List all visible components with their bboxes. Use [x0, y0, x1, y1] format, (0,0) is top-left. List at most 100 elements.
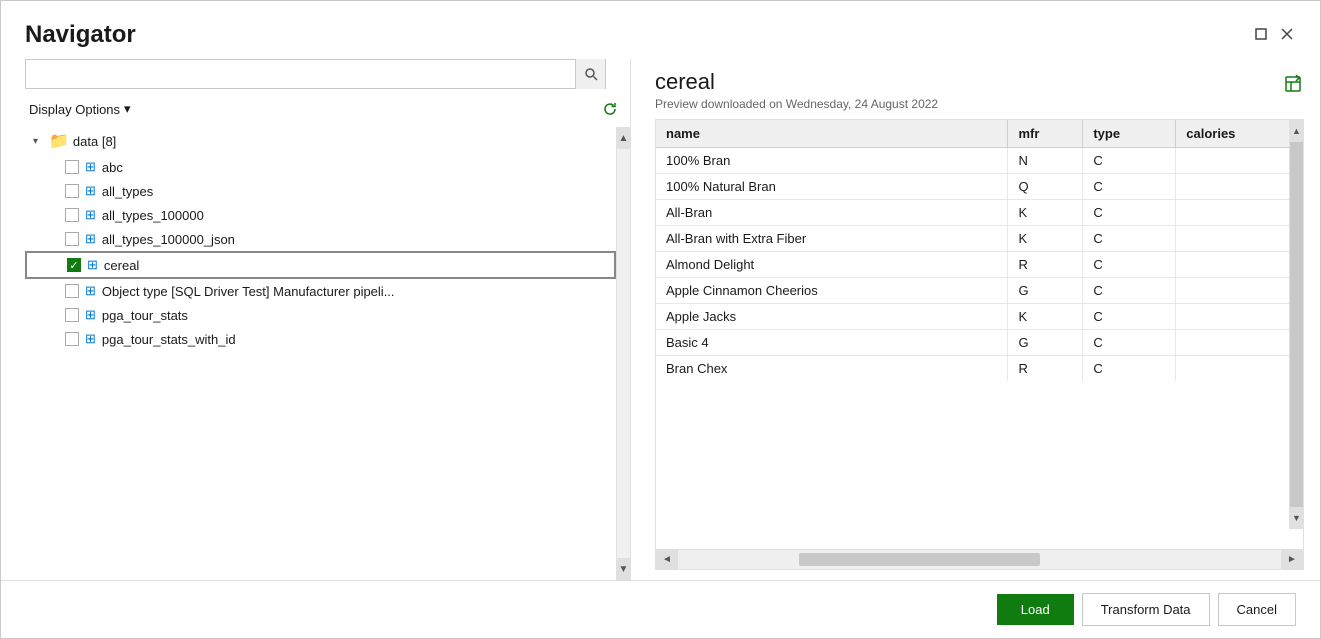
table-cell-name: Almond Delight [656, 252, 1008, 278]
table-cell-calories [1176, 226, 1289, 252]
table-icon: ⊞ [87, 257, 98, 273]
display-options-label: Display Options [29, 102, 120, 117]
table-cell-calories [1176, 330, 1289, 356]
item-label: pga_tour_stats [102, 308, 188, 323]
item-checkbox-cereal[interactable]: ✓ [67, 258, 81, 272]
table-row[interactable]: All-BranKC [656, 200, 1289, 226]
item-label: Object type [SQL Driver Test] Manufactur… [102, 284, 395, 299]
display-options-row: Display Options ▾ [25, 99, 630, 119]
tree-item[interactable]: ⊞ all_types_100000_json [25, 227, 616, 251]
display-options-arrow: ▾ [124, 101, 131, 117]
preview-title: cereal [655, 69, 938, 95]
item-checkbox-all_types_100000[interactable] [65, 208, 79, 222]
transform-data-button[interactable]: Transform Data [1082, 593, 1210, 626]
close-button[interactable] [1278, 25, 1296, 43]
item-checkbox-all_types_100000_json[interactable] [65, 232, 79, 246]
cancel-button[interactable]: Cancel [1218, 593, 1296, 626]
scroll-down-button[interactable]: ▼ [617, 558, 630, 580]
col-header-name: name [656, 120, 1008, 148]
item-label: cereal [104, 258, 139, 273]
table-row[interactable]: Bran ChexRC [656, 356, 1289, 382]
table-cell-mfr: N [1008, 148, 1083, 174]
folder-label: data [8] [73, 134, 116, 149]
tree-item-cereal[interactable]: ✓ ⊞ cereal [25, 251, 616, 279]
tree-item[interactable]: ⊞ all_types [25, 179, 616, 203]
preview-action-icon[interactable] [1282, 73, 1304, 100]
table-row[interactable]: 100% Natural BranQC [656, 174, 1289, 200]
table-cell-calories [1176, 252, 1289, 278]
table-cell-mfr: K [1008, 226, 1083, 252]
search-input[interactable] [26, 60, 575, 88]
tree-item[interactable]: ⊞ all_types_100000 [25, 203, 616, 227]
table-cell-mfr: K [1008, 304, 1083, 330]
table-row[interactable]: Apple Cinnamon CheeriosGC [656, 278, 1289, 304]
item-checkbox-abc[interactable] [65, 160, 79, 174]
horiz-scroll-bar: ◄ ► [656, 549, 1303, 569]
table-scroll-down-button[interactable]: ▼ [1290, 507, 1303, 529]
table-scroll-thumb[interactable] [1290, 142, 1303, 507]
tree-item[interactable]: ⊞ Object type [SQL Driver Test] Manufact… [25, 279, 616, 303]
item-checkbox-object_type[interactable] [65, 284, 79, 298]
tree-list: ▾ 📁 data [8] ⊞ abc ⊞ all_types [25, 127, 616, 580]
table-cell-calories [1176, 356, 1289, 382]
horiz-scroll-thumb[interactable] [799, 553, 1040, 566]
table-scroll-up-button[interactable]: ▲ [1290, 120, 1303, 142]
table-cell-name: Bran Chex [656, 356, 1008, 382]
horiz-scroll-track [678, 550, 1281, 569]
preview-title-area: cereal Preview downloaded on Wednesday, … [655, 69, 938, 111]
table-row[interactable]: Basic 4GC [656, 330, 1289, 356]
table-cell-mfr: Q [1008, 174, 1083, 200]
table-row[interactable]: 100% BranNC [656, 148, 1289, 174]
table-row[interactable]: Almond DelightRC [656, 252, 1289, 278]
table-cell-mfr: R [1008, 252, 1083, 278]
load-button[interactable]: Load [997, 594, 1074, 625]
table-cell-name: All-Bran with Extra Fiber [656, 226, 1008, 252]
table-scroll-left-button[interactable]: ◄ [656, 550, 678, 569]
col-header-mfr: mfr [1008, 120, 1083, 148]
table-cell-name: All-Bran [656, 200, 1008, 226]
footer: Load Transform Data Cancel [1, 580, 1320, 638]
table-icon: ⊞ [85, 331, 96, 347]
table-cell-mfr: R [1008, 356, 1083, 382]
right-scrollbar: ▲ ▼ [1289, 120, 1303, 529]
folder-icon: 📁 [49, 131, 69, 151]
maximize-button[interactable] [1252, 25, 1270, 43]
tree-area: ▾ 📁 data [8] ⊞ abc ⊞ all_types [25, 127, 630, 580]
table-cell-mfr: K [1008, 200, 1083, 226]
table-icon: ⊞ [85, 231, 96, 247]
item-checkbox-pga_tour_stats_with_id[interactable] [65, 332, 79, 346]
table-cell-calories [1176, 174, 1289, 200]
item-checkbox-pga_tour_stats[interactable] [65, 308, 79, 322]
table-cell-name: 100% Bran [656, 148, 1008, 174]
search-icon[interactable] [575, 59, 605, 89]
item-checkbox-all_types[interactable] [65, 184, 79, 198]
table-cell-name: 100% Natural Bran [656, 174, 1008, 200]
search-bar-row [25, 59, 630, 89]
display-options-button[interactable]: Display Options ▾ [25, 99, 135, 119]
tree-item[interactable]: ⊞ pga_tour_stats_with_id [25, 327, 616, 351]
title-bar: Navigator [1, 1, 1320, 59]
scroll-up-button[interactable]: ▲ [617, 127, 630, 149]
tree-scrollbar: ▲ ▼ [616, 127, 630, 580]
table-cell-calories [1176, 304, 1289, 330]
table-cell-type: C [1083, 148, 1176, 174]
title-controls [1252, 25, 1296, 43]
table-cell-calories [1176, 148, 1289, 174]
table-row[interactable]: All-Bran with Extra FiberKC [656, 226, 1289, 252]
refresh-icon-button[interactable] [598, 99, 622, 119]
table-cell-type: C [1083, 356, 1176, 382]
table-cell-calories [1176, 278, 1289, 304]
table-scroll-right-button[interactable]: ► [1281, 550, 1303, 569]
search-input-wrap [25, 59, 606, 89]
item-label: abc [102, 160, 123, 175]
preview-header: cereal Preview downloaded on Wednesday, … [655, 69, 1304, 111]
table-icon: ⊞ [85, 207, 96, 223]
table-cell-type: C [1083, 278, 1176, 304]
folder-row[interactable]: ▾ 📁 data [8] [25, 127, 616, 155]
table-cell-name: Apple Jacks [656, 304, 1008, 330]
tree-item[interactable]: ⊞ abc [25, 155, 616, 179]
data-table: name mfr type calories 100% BranNC100% N… [656, 120, 1289, 381]
tree-item[interactable]: ⊞ pga_tour_stats [25, 303, 616, 327]
table-row[interactable]: Apple JacksKC [656, 304, 1289, 330]
table-cell-mfr: G [1008, 278, 1083, 304]
